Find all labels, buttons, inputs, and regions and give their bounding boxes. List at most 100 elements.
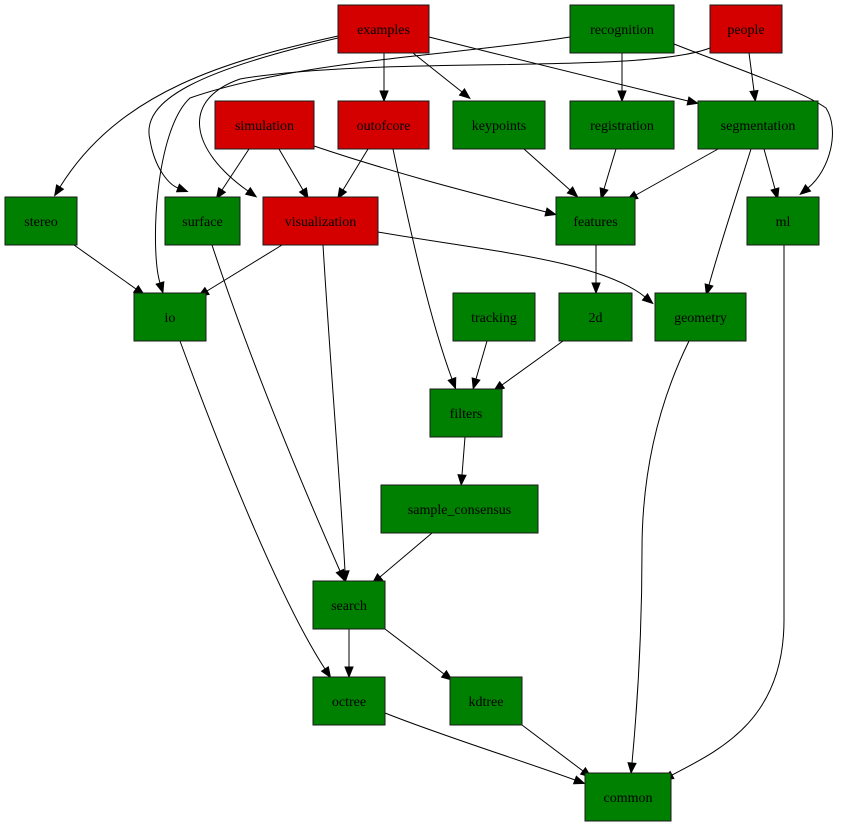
edge-line [211,244,341,572]
edge-recognition-to-io [154,36,571,294]
edge-people-to-segmentation [748,52,759,103]
edge-line [412,52,463,93]
edge-line [603,148,617,190]
dependency-graph: examples recognition people simulation outof… [4,4,833,822]
node-label: search [331,599,367,614]
node-octree[interactable]: octree [312,676,386,726]
edge-line [763,148,776,190]
edge-line [708,148,752,286]
node-label: recognition [590,23,654,38]
edge-stereo-to-io [73,244,146,296]
node-label: keypoints [472,119,526,134]
node-label: surface [182,215,222,230]
node-filters[interactable]: filters [429,388,503,438]
node-label: kdtree [469,695,504,710]
arrowhead-icon [617,90,627,103]
node-search[interactable]: search [312,580,386,630]
node-keypoints[interactable]: keypoints [452,100,546,150]
node-label: 2d [589,311,603,326]
edge-keypoints-to-features [523,148,579,198]
arrowhead-icon [457,474,467,487]
arrowhead-icon [627,762,637,775]
node-recognition[interactable]: recognition [569,4,675,54]
edge-line [179,340,326,670]
node-stereo[interactable]: stereo [4,196,78,246]
arrowhead-icon [544,207,557,217]
node-surface[interactable]: surface [164,196,241,246]
node-ml[interactable]: ml [746,196,820,246]
edge-search-to-kdtree [384,628,454,681]
edge-line [206,244,283,292]
arrowhead-icon [749,89,759,103]
node-label: features [573,215,617,230]
node-label: stereo [24,215,57,230]
edge-visualization-to-io [197,244,283,297]
edge-segmentation-to-geometry [704,148,752,296]
arrowhead-icon [175,183,189,193]
arrowhead-icon [686,96,700,106]
edge-kdtree-to-common [521,724,593,778]
edge-line [221,148,250,191]
node-examples[interactable]: examples [337,4,430,54]
edge-line [523,148,571,191]
edge-line [278,148,304,191]
edge-surface-to-search [211,244,345,582]
node-sample-consensus[interactable]: sample_consensus [380,484,539,534]
nodes-layer: examples recognition people simulation outof… [4,4,820,822]
edge-line [392,148,453,380]
node-people[interactable]: people [709,4,783,54]
node-label: segmentation [721,119,796,134]
arrowhead-icon [799,184,812,196]
edge-search-to-octree [344,629,354,679]
node-label: geometry [674,311,727,326]
edge-io-to-octree [179,340,332,679]
node-simulation[interactable]: simulation [214,100,315,150]
arrowhead-icon [591,282,601,295]
node-label: visualization [285,215,357,230]
edge-line [631,340,690,764]
node-visualization[interactable]: visualization [262,196,379,246]
node-label: simulation [235,119,294,134]
edge-line [379,532,433,578]
arrowhead-icon [471,377,481,390]
node-label: tracking [471,311,517,326]
node-registration[interactable]: registration [569,100,675,150]
edge-line [461,436,466,476]
node-common[interactable]: common [584,772,672,822]
edge-recognition-to-registration [617,53,627,103]
arrowhead-icon [447,376,457,390]
node-label: outofcore [357,119,411,134]
node-label: sample_consensus [408,503,511,518]
node-label: io [165,311,176,326]
edge-line [384,628,445,675]
node-2d[interactable]: 2d [558,292,633,342]
arrowhead-icon [320,665,332,679]
arrowhead-icon [572,775,586,785]
node-geometry[interactable]: geometry [654,292,747,342]
arrowhead-icon [641,293,654,305]
node-io[interactable]: io [133,292,207,342]
node-label: filters [450,407,483,422]
node-features[interactable]: features [555,196,636,246]
node-outofcore[interactable]: outofcore [337,100,430,150]
edge-line [73,244,137,290]
arrowhead-icon [244,186,258,198]
node-label: registration [590,119,654,134]
edge-registration-to-features [599,148,617,200]
edge-line [475,340,488,380]
edge-sample_consensus-to-search [371,532,433,585]
edge-examples-to-keypoints [412,52,471,100]
edge-line [322,244,346,572]
node-label: people [727,23,764,38]
arrowhead-icon [54,184,65,197]
edge-segmentation-to-ml [763,148,780,200]
edge-tracking-to-filters [471,340,488,390]
edge-line [154,36,571,284]
edge-filters-to-sample_consensus [457,436,467,487]
node-tracking[interactable]: tracking [452,292,536,342]
edge-outofcore-to-filters [392,148,457,390]
node-segmentation[interactable]: segmentation [697,100,819,150]
edge-visualization-to-search [322,244,350,583]
node-kdtree[interactable]: kdtree [449,676,523,726]
edge-line [501,340,564,386]
